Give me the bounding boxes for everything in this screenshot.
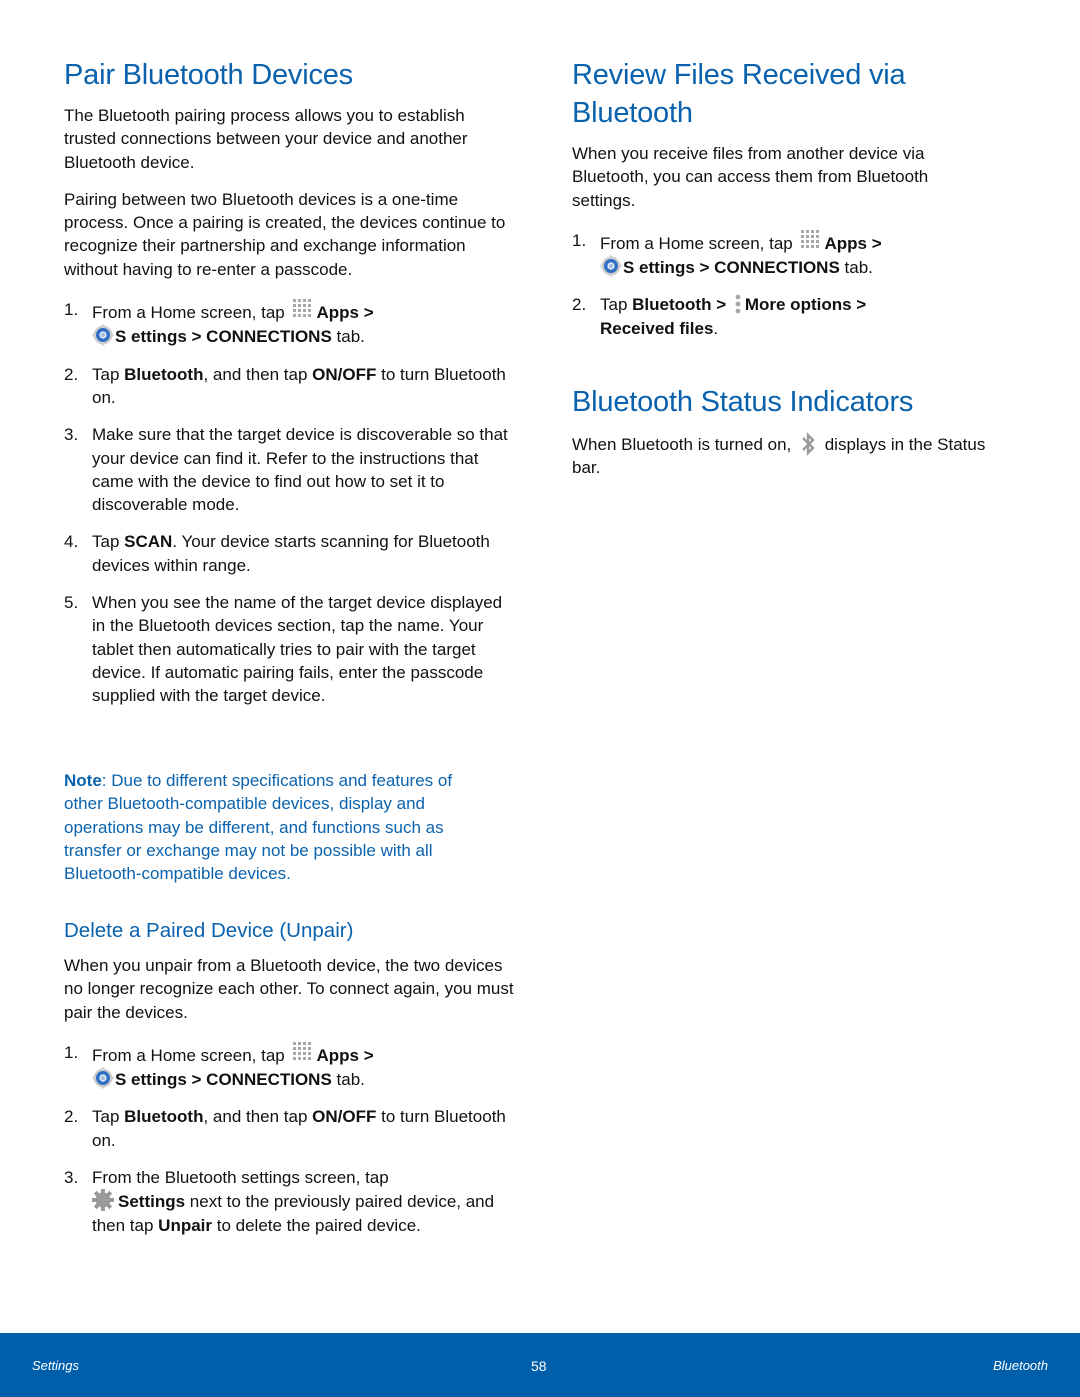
- connections-label: CONNECTIONS: [714, 258, 840, 278]
- footer-section: Bluetooth: [993, 1358, 1048, 1373]
- unpair-step-2: 2. Tap Bluetooth, and then tap ON/OFF to…: [64, 1107, 506, 1150]
- note-text: : Due to different specifications and fe…: [64, 771, 453, 884]
- apps-label: Apps: [316, 1045, 359, 1065]
- review-step-1: 1. From a Home screen, tap Apps > S etti…: [572, 229, 882, 278]
- connections-label: CONNECTIONS: [206, 1070, 332, 1090]
- page-footer: Settings 58 Bluetooth: [0, 1333, 1080, 1397]
- section-title-review: Review Files Received via Bluetooth: [572, 59, 906, 129]
- section-title-status: Bluetooth Status Indicators: [572, 386, 914, 418]
- note-block: Note: Due to different specifications an…: [64, 769, 484, 885]
- settings-label: S ettings: [115, 1070, 187, 1090]
- more-options-icon: [735, 295, 741, 314]
- apps-grid-icon: [293, 1041, 312, 1060]
- apps-grid-icon: [293, 299, 312, 318]
- bluetooth-icon: [802, 432, 815, 456]
- note-label: Note: [64, 771, 102, 790]
- unpair-intro: When you unpair from a Bluetooth device,…: [64, 956, 514, 1022]
- footer-chapter: Settings: [32, 1358, 79, 1373]
- connections-label: CONNECTIONS: [206, 327, 332, 347]
- apps-label: Apps: [316, 303, 359, 323]
- settings-gear-icon: [92, 1067, 114, 1089]
- settings-gear-icon: [600, 255, 622, 277]
- unpair-label: Unpair: [158, 1215, 213, 1235]
- received-files-label: Received files: [600, 318, 714, 338]
- subsection-title-unpair: Delete a Paired Device (Unpair): [64, 919, 354, 942]
- unpair-step-1: 1. From a Home screen, tap Apps > S etti…: [64, 1041, 374, 1090]
- pair-steps: 1. From a Home screen, tap Apps > S etti…: [64, 298, 514, 707]
- settings-gear-icon: [92, 324, 114, 346]
- settings-label: Settings: [118, 1192, 186, 1212]
- section-title-pair: Pair Bluetooth Devices: [64, 59, 353, 91]
- pair-intro-2: Pairing between two Bluetooth devices is…: [64, 189, 506, 279]
- review-steps: 1. From a Home screen, tap Apps > S etti…: [572, 229, 992, 340]
- pair-step-1: 1. From a Home screen, tap Apps > S etti…: [64, 299, 374, 347]
- pair-step-5: 5. When you see the name of the target d…: [64, 593, 503, 706]
- pair-step-4: 4. Tap SCAN. Your device starts scanning…: [64, 532, 490, 575]
- settings-label: S ettings: [115, 327, 187, 347]
- more-options-label: More options: [744, 295, 852, 315]
- pair-intro-1: The Bluetooth pairing process allows you…: [64, 106, 468, 172]
- page-number: 58: [531, 1358, 547, 1374]
- status-text: When Bluetooth is turned on, displays in…: [572, 432, 992, 480]
- review-intro: When you receive files from another devi…: [572, 144, 929, 210]
- apps-grid-icon: [801, 229, 820, 248]
- review-step-2: 2. Tap Bluetooth > More options > Receiv…: [572, 295, 867, 338]
- unpair-steps: 1. From a Home screen, tap Apps > S etti…: [64, 1041, 514, 1237]
- pair-step-3: 3. Make sure that the target device is d…: [64, 425, 508, 515]
- pair-step-2: 2. Tap Bluetooth, and then tap ON/OFF to…: [64, 364, 506, 407]
- settings-label: S ettings: [623, 258, 695, 278]
- unpair-step-3: 3. From the Bluetooth settings screen, t…: [64, 1168, 495, 1235]
- apps-label: Apps: [824, 233, 867, 253]
- gear-icon: [92, 1189, 114, 1212]
